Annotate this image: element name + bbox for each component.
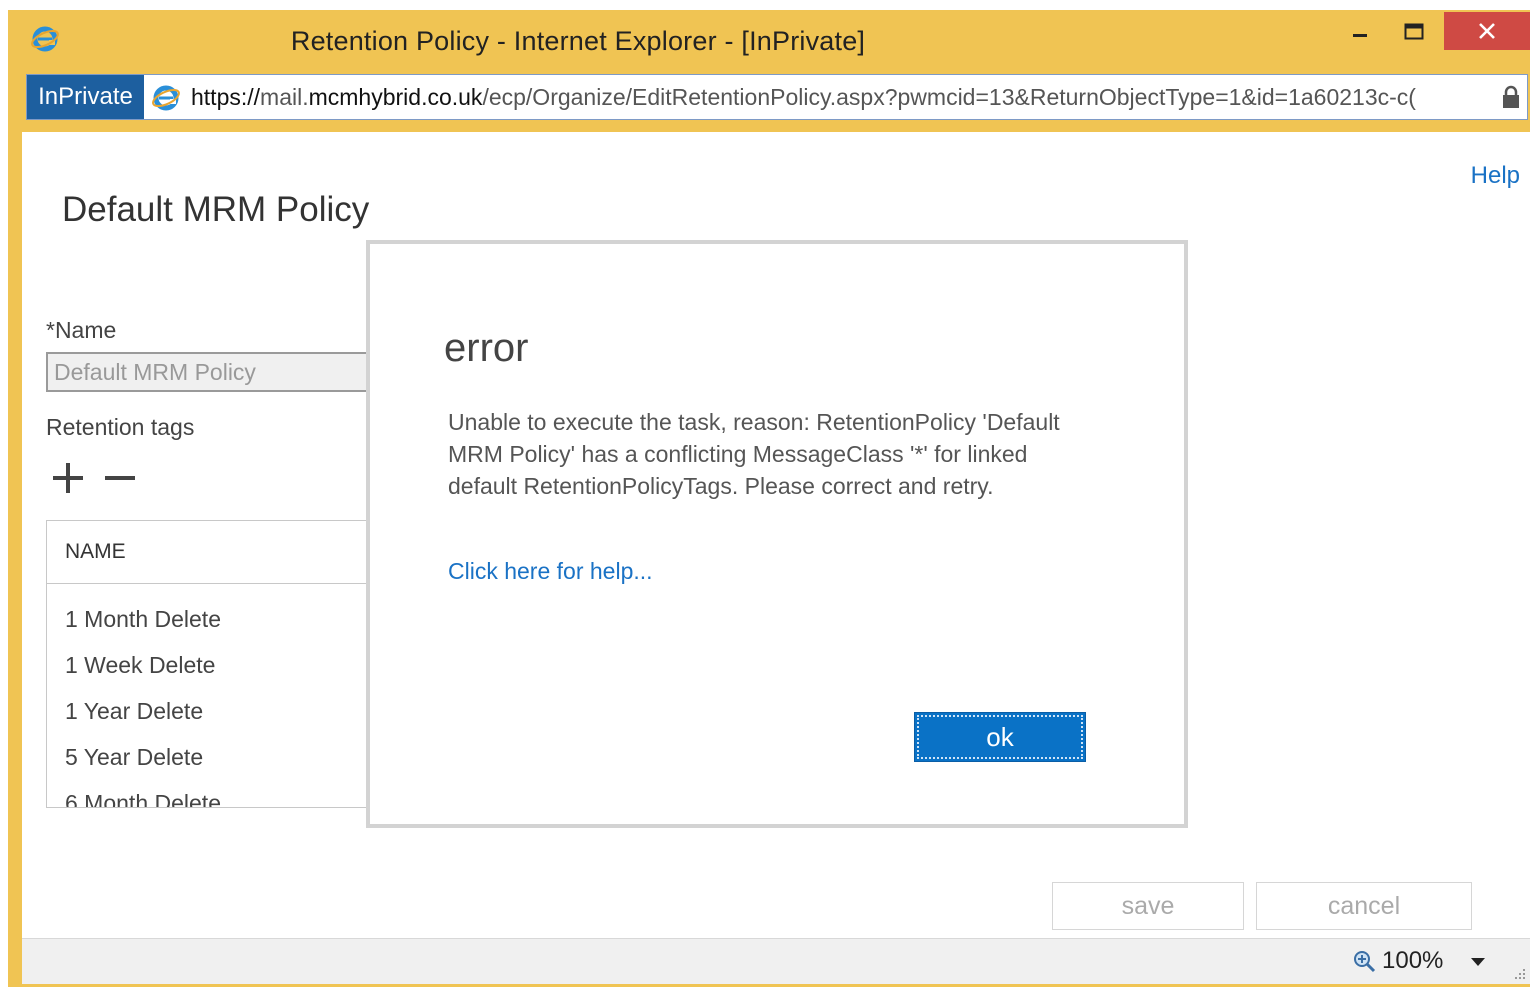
- minus-icon[interactable]: [102, 460, 138, 496]
- url-prefix: mail.: [260, 84, 309, 110]
- table-row[interactable]: 1 Week Delete: [47, 642, 385, 688]
- save-button[interactable]: save: [1052, 882, 1244, 930]
- minimize-button[interactable]: [1338, 14, 1382, 50]
- resize-grip-icon[interactable]: [1512, 966, 1526, 980]
- url-path: /ecp/Organize/EditRetentionPolicy.aspx?p…: [482, 84, 1416, 110]
- url-domain: mcmhybrid.co.uk: [308, 84, 483, 110]
- chevron-down-icon[interactable]: [1470, 957, 1486, 967]
- table-row[interactable]: 5 Year Delete: [47, 734, 385, 780]
- maximize-button[interactable]: [1392, 14, 1436, 50]
- window-title: Retention Policy - Internet Explorer - […: [290, 26, 866, 56]
- retention-tags-table: NAME 1 Month Delete 1 Week Delete 1 Year…: [46, 520, 386, 808]
- table-row[interactable]: 1 Year Delete: [47, 688, 385, 734]
- title-bar[interactable]: Retention Policy - Internet Explorer - […: [8, 10, 1530, 74]
- name-value: Default MRM Policy: [54, 359, 256, 385]
- zoom-level[interactable]: 100%: [1382, 947, 1443, 975]
- lock-icon[interactable]: [1501, 85, 1521, 109]
- error-dialog: error Unable to execute the task, reason…: [366, 240, 1188, 828]
- dialog-message: Unable to execute the task, reason: Rete…: [448, 409, 1060, 499]
- url-field[interactable]: https://mail.mcmhybrid.co.uk/ecp/Organiz…: [191, 75, 1501, 119]
- dialog-title: error: [444, 326, 529, 370]
- ie-icon: [152, 85, 180, 111]
- column-header-name[interactable]: NAME: [47, 521, 385, 584]
- url-scheme: https://: [191, 84, 261, 110]
- address-bar[interactable]: InPrivate https://mail.mcmhybrid.co.uk/e…: [26, 74, 1528, 120]
- page-title: Default MRM Policy: [62, 190, 370, 229]
- table-row[interactable]: 1 Month Delete: [47, 596, 385, 642]
- table-row[interactable]: 6 Month Delete: [47, 780, 385, 807]
- help-link-dialog[interactable]: Click here for help...: [448, 558, 653, 585]
- ok-button[interactable]: ok: [914, 712, 1086, 762]
- status-bar: 100%: [22, 938, 1530, 984]
- name-label: *Name: [46, 317, 117, 343]
- cancel-button[interactable]: cancel: [1256, 882, 1472, 930]
- maximize-icon: [1404, 23, 1424, 40]
- inprivate-badge: InPrivate: [27, 75, 144, 119]
- help-link[interactable]: Help: [1471, 162, 1520, 190]
- retention-tags-label: Retention tags: [46, 414, 195, 440]
- name-input[interactable]: Default MRM Policy: [46, 352, 376, 392]
- minimize-icon: [1353, 34, 1367, 37]
- zoom-icon[interactable]: [1352, 949, 1376, 973]
- plus-icon[interactable]: [50, 460, 86, 496]
- close-icon: [1479, 23, 1495, 39]
- close-button[interactable]: [1444, 12, 1530, 50]
